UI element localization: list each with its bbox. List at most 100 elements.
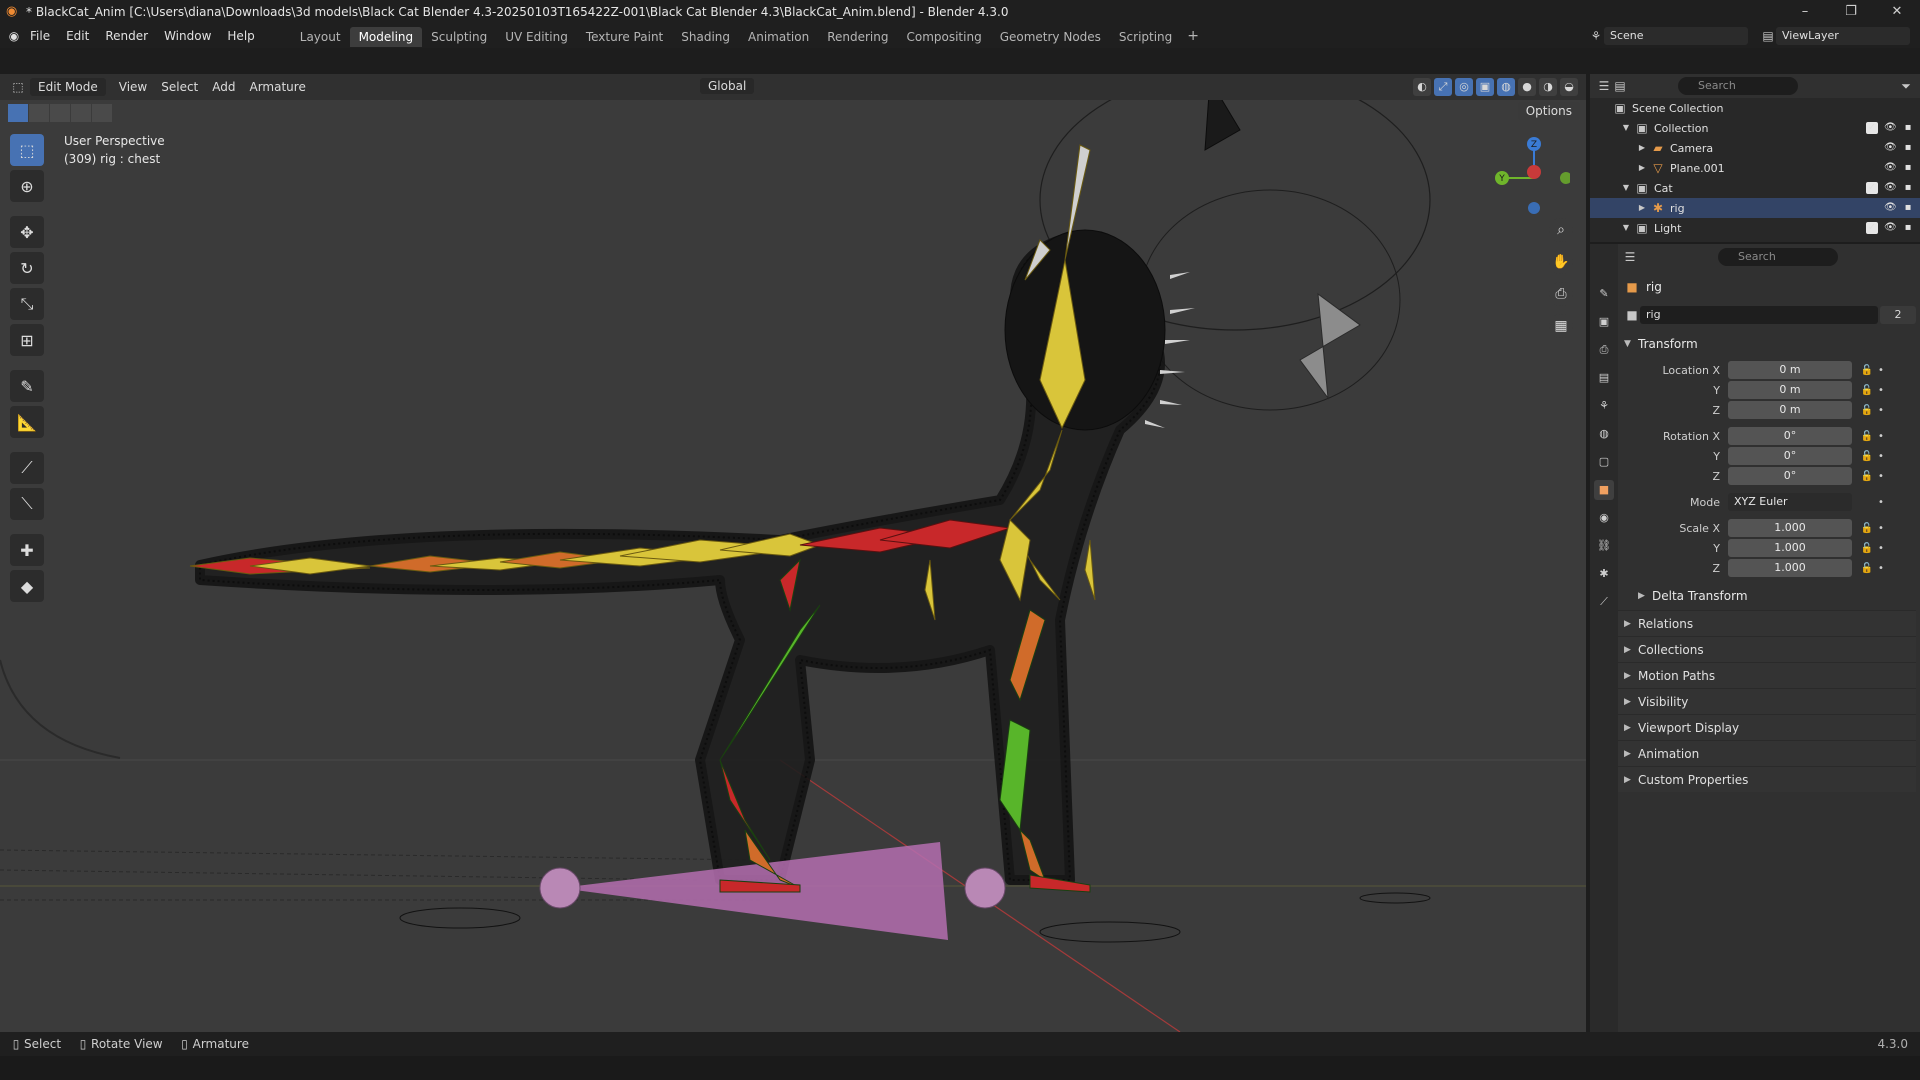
select-intersect-icon[interactable]: [92, 104, 112, 122]
expand-arrow-icon[interactable]: ▼: [1618, 180, 1634, 196]
outliner-search-input[interactable]: Search: [1678, 77, 1798, 95]
keyframe-dot-icon[interactable]: •: [1876, 385, 1886, 396]
render-camera-icon[interactable]: ▪: [1902, 142, 1914, 154]
blender-menu-icon[interactable]: ◉: [6, 28, 22, 44]
eye-icon[interactable]: 👁: [1884, 142, 1897, 154]
rendered-shading-icon[interactable]: ◒: [1560, 78, 1578, 96]
eye-icon[interactable]: 👁: [1884, 122, 1897, 134]
tool-tab-icon[interactable]: ✎: [1594, 284, 1614, 304]
viewlayer-selector[interactable]: ▤ ViewLayer: [1760, 26, 1910, 46]
menu-file[interactable]: File: [22, 24, 58, 48]
outliner-row[interactable]: ▶ ▰ Camera 👁 ▪: [1590, 138, 1920, 158]
render-tab-icon[interactable]: ▣: [1594, 312, 1614, 332]
bone-envelope-tool-icon[interactable]: ◆: [10, 570, 44, 602]
rotation-x-field[interactable]: 0°: [1728, 427, 1852, 445]
scene-canvas[interactable]: [0, 74, 1586, 1032]
render-camera-icon[interactable]: ▪: [1902, 202, 1914, 214]
tab-texture-paint[interactable]: Texture Paint: [577, 27, 672, 47]
filter-icon[interactable]: ⏷: [1898, 78, 1914, 94]
eye-icon[interactable]: 👁: [1884, 162, 1897, 174]
lock-icon[interactable]: 🔓: [1858, 471, 1876, 482]
outliner-row[interactable]: ▶ ✱ rig 👁 ▪: [1590, 198, 1920, 218]
rotation-mode-dropdown[interactable]: XYZ Euler: [1728, 493, 1852, 511]
maximize-button[interactable]: ❐: [1828, 0, 1874, 24]
add-workspace-button[interactable]: +: [1181, 28, 1205, 44]
viewlayer-name-field[interactable]: ViewLayer: [1776, 27, 1910, 45]
tab-geometry-nodes[interactable]: Geometry Nodes: [991, 27, 1110, 47]
keyframe-dot-icon[interactable]: •: [1876, 365, 1886, 376]
measure-tool-icon[interactable]: 📐: [10, 406, 44, 438]
tab-modeling[interactable]: Modeling: [349, 27, 423, 47]
constraints-tab-icon[interactable]: ⛓: [1594, 536, 1614, 556]
keyframe-dot-icon[interactable]: •: [1876, 497, 1886, 508]
select-new-icon[interactable]: [8, 104, 28, 122]
bone-size-tool-icon[interactable]: ⟍: [10, 488, 44, 520]
select-extend-icon[interactable]: [29, 104, 49, 122]
scene-name-field[interactable]: Scene: [1604, 27, 1748, 45]
tab-compositing[interactable]: Compositing: [897, 27, 990, 47]
visibility-panel[interactable]: ▶ Visibility: [1618, 688, 1916, 714]
menu-armature[interactable]: Armature: [243, 80, 313, 94]
keyframe-dot-icon[interactable]: •: [1876, 431, 1886, 442]
menu-edit[interactable]: Edit: [58, 24, 97, 48]
exclude-checkbox[interactable]: ✓: [1866, 122, 1878, 134]
lock-icon[interactable]: 🔓: [1858, 543, 1876, 554]
exclude-checkbox[interactable]: ✓: [1866, 222, 1878, 234]
select-box-tool-icon[interactable]: ⬚: [10, 134, 44, 166]
transform-orientation-dropdown[interactable]: Global: [700, 78, 755, 94]
scene-selector[interactable]: ⚘ Scene: [1588, 26, 1748, 46]
tab-uv-editing[interactable]: UV Editing: [496, 27, 577, 47]
scale-x-field[interactable]: 1.000: [1728, 519, 1852, 537]
custom-properties-panel[interactable]: ▶ Custom Properties: [1618, 766, 1916, 792]
tab-layout[interactable]: Layout: [291, 27, 350, 47]
outliner-row[interactable]: ▼ ▣ Collection ✓ 👁 ▪: [1590, 118, 1920, 138]
rotate-tool-icon[interactable]: ↻: [10, 252, 44, 284]
scale-y-field[interactable]: 1.000: [1728, 539, 1852, 557]
keyframe-dot-icon[interactable]: •: [1876, 405, 1886, 416]
menu-view[interactable]: View: [112, 80, 154, 94]
output-tab-icon[interactable]: ⎙: [1594, 340, 1614, 360]
menu-help[interactable]: Help: [219, 24, 262, 48]
viewport-display-panel[interactable]: ▶ Viewport Display: [1618, 714, 1916, 740]
display-mode-icon[interactable]: ▤: [1612, 78, 1628, 94]
cursor-tool-icon[interactable]: ⊕: [10, 170, 44, 202]
transform-panel-header[interactable]: ▼ Transform: [1624, 332, 1916, 356]
user-count-badge[interactable]: 2: [1880, 306, 1916, 324]
scene-tab-icon[interactable]: ⚘: [1594, 396, 1614, 416]
close-button[interactable]: ✕: [1874, 0, 1920, 24]
editor-type-icon[interactable]: ⬚: [10, 79, 26, 95]
keyframe-dot-icon[interactable]: •: [1876, 451, 1886, 462]
3d-viewport[interactable]: [0, 74, 1586, 1032]
zoom-icon[interactable]: ⌕: [1549, 218, 1573, 242]
eye-icon[interactable]: 👁: [1884, 222, 1897, 234]
annotate-tool-icon[interactable]: ✎: [10, 370, 44, 402]
tab-animation[interactable]: Animation: [739, 27, 818, 47]
tab-scripting[interactable]: Scripting: [1110, 27, 1181, 47]
xray-toggle-icon[interactable]: ▣: [1476, 78, 1494, 96]
move-tool-icon[interactable]: ✥: [10, 216, 44, 248]
visibility-icon[interactable]: ◐: [1413, 78, 1431, 96]
relations-panel[interactable]: ▶ Relations: [1618, 610, 1916, 636]
extrude-tool-icon[interactable]: ✚: [10, 534, 44, 566]
solid-shading-icon[interactable]: ●: [1518, 78, 1536, 96]
object-name-field[interactable]: rig: [1640, 306, 1878, 324]
lock-icon[interactable]: 🔓: [1858, 451, 1876, 462]
keyframe-dot-icon[interactable]: •: [1876, 543, 1886, 554]
motion-paths-panel[interactable]: ▶ Motion Paths: [1618, 662, 1916, 688]
render-camera-icon[interactable]: ▪: [1902, 182, 1914, 194]
menu-add[interactable]: Add: [205, 80, 242, 94]
outliner-editor-icon[interactable]: ☰: [1596, 78, 1612, 94]
overlay-toggle-icon[interactable]: ◎: [1455, 78, 1473, 96]
outliner-row[interactable]: ▶ ▽ Plane.001 👁 ▪: [1590, 158, 1920, 178]
keyframe-dot-icon[interactable]: •: [1876, 523, 1886, 534]
collections-panel[interactable]: ▶ Collections: [1618, 636, 1916, 662]
bone-tab-icon[interactable]: ⟋: [1594, 592, 1614, 612]
outliner-row[interactable]: ▼ ▣ Light ✓ 👁 ▪: [1590, 218, 1920, 238]
lock-icon[interactable]: 🔓: [1858, 405, 1876, 416]
location-x-field[interactable]: 0 m: [1728, 361, 1852, 379]
exclude-checkbox[interactable]: ✓: [1866, 182, 1878, 194]
lock-icon[interactable]: 🔓: [1858, 385, 1876, 396]
outliner-row[interactable]: ▼ ▣ Cat ✓ 👁 ▪: [1590, 178, 1920, 198]
lock-icon[interactable]: 🔓: [1858, 365, 1876, 376]
render-camera-icon[interactable]: ▪: [1902, 122, 1914, 134]
